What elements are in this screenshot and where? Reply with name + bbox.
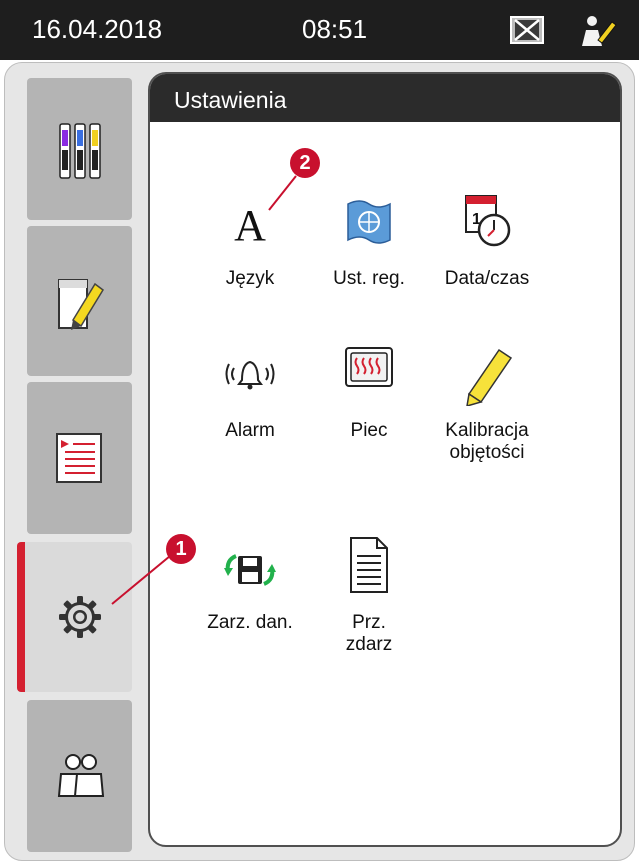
callout-lines (111, 175, 297, 605)
callout-marker-1: 1 (166, 534, 196, 564)
callout-marker-2: 2 (290, 148, 320, 178)
